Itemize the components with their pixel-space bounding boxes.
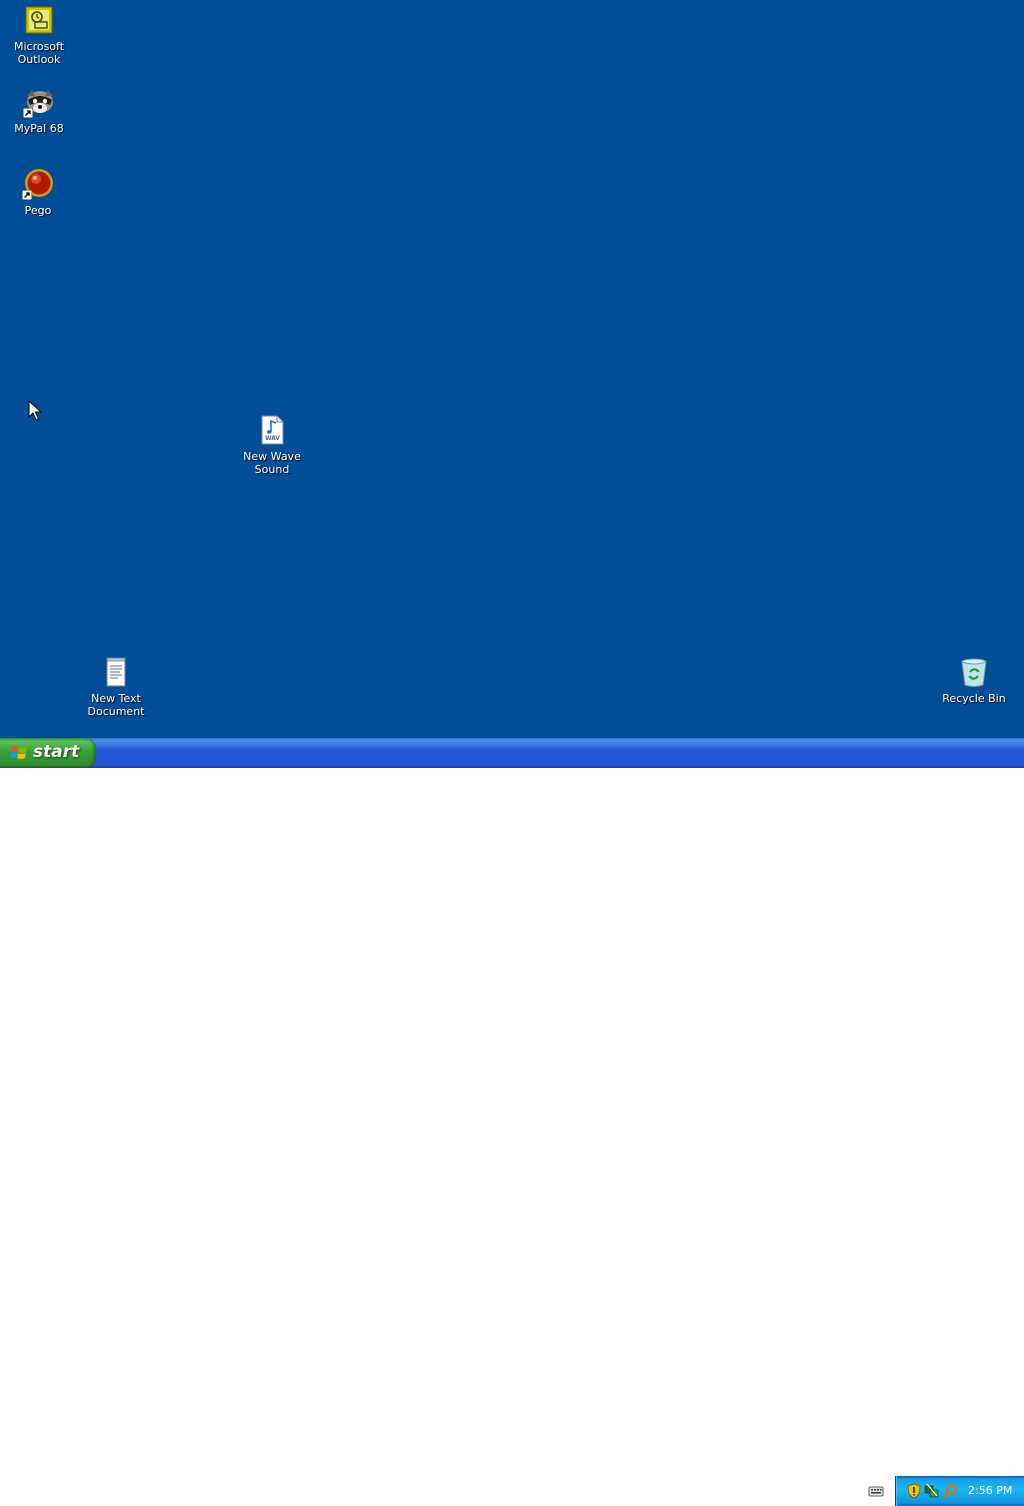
desktop-icon-new-wave-sound[interactable]: WAV New Wave Sound	[234, 414, 310, 476]
desktop-icon-label: MyPal 68	[14, 122, 64, 135]
windows-flag-icon	[10, 746, 27, 759]
mouse-pointer-icon	[28, 400, 42, 421]
desktop-icon-label: Recycle Bin	[942, 692, 1006, 705]
clock[interactable]: 2:56 PM	[968, 1484, 1012, 1497]
desktop-icon-label: Microsoft Outlook	[13, 40, 65, 66]
search-icon[interactable]	[942, 1483, 958, 1499]
desktop-icon-label: Pego	[24, 204, 52, 217]
desktop-icon-label: New Wave Sound	[243, 450, 301, 476]
shortcut-arrow-icon	[22, 190, 32, 200]
desktop-icon-new-text-document[interactable]: New Text Document	[78, 656, 154, 718]
mypal-icon	[23, 86, 55, 118]
recycle-bin-icon	[958, 656, 990, 688]
wav-file-icon: WAV	[256, 414, 288, 446]
desktop-icon-pego[interactable]: Pego	[0, 168, 76, 217]
outlook-icon	[23, 4, 55, 36]
security-shield-icon[interactable]	[906, 1483, 922, 1499]
system-tray: 2:56 PM	[895, 1476, 1024, 1506]
network-icon[interactable]	[924, 1483, 940, 1499]
svg-text:WAV: WAV	[265, 436, 280, 442]
desktop-icon-label: New Text Document	[87, 692, 145, 718]
keyboard-icon[interactable]	[868, 1484, 884, 1498]
pego-icon	[22, 168, 54, 200]
desktop-icon-recycle-bin[interactable]: Recycle Bin	[936, 656, 1012, 705]
desktop-icon-mypal-68[interactable]: MyPal 68	[1, 86, 77, 135]
desktop[interactable]: Microsoft Outlook MyPal 68 Pego WAV New …	[0, 0, 1024, 738]
desktop-icon-microsoft-outlook[interactable]: Microsoft Outlook	[1, 4, 77, 66]
start-label: start	[33, 742, 80, 762]
shortcut-arrow-icon	[23, 108, 33, 118]
start-button[interactable]: start	[0, 738, 96, 768]
text-document-icon	[100, 656, 132, 688]
taskbar: start 2:56 PM	[0, 738, 1024, 1506]
